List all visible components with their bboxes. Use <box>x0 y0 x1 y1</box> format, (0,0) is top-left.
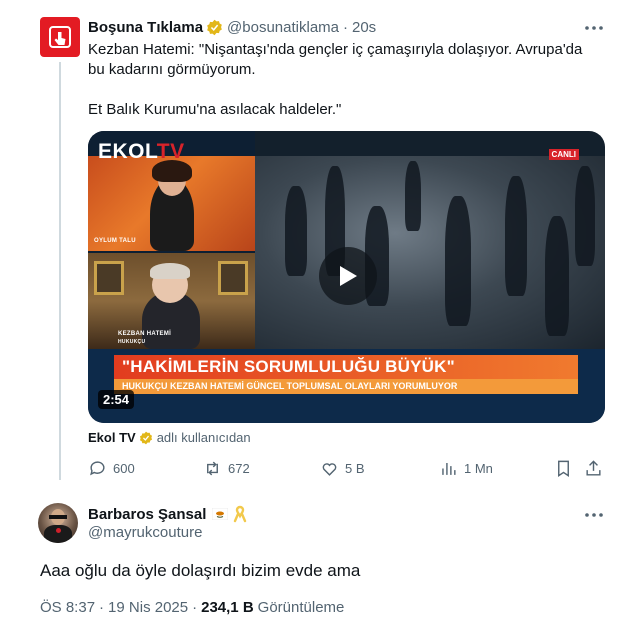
video-attribution: Ekol TV adlı kullanıcıdan <box>88 430 251 445</box>
guest1-frame: OYLUM TALU <box>88 156 255 251</box>
tweet-time[interactable]: 20s <box>352 19 376 36</box>
share-icon <box>586 460 601 476</box>
tweet-body: Kezban Hatemi: "Nişantaşı'nda gençler iç… <box>88 40 608 120</box>
tweet-line: Et Balık Kurumu'na asılacak haldeler." <box>88 101 342 118</box>
guest2-role: HUKUKÇU <box>118 339 146 345</box>
guest2-frame: KEZBAN HATEMİ HUKUKÇU <box>88 253 255 349</box>
analytics-icon <box>442 462 456 475</box>
video-player[interactable]: OYLUM TALU KEZBAN HATEMİ HUKUKÇU EKOLTV … <box>88 131 605 423</box>
attribution-suffix: adlı kullanıcıdan <box>156 430 251 445</box>
repost-button[interactable]: 672 <box>203 459 250 478</box>
views-label: Görüntüleme <box>257 599 345 616</box>
tweet-date[interactable]: 19 Nis 2025 <box>108 599 188 616</box>
subheadline-banner: HUKUKÇU KEZBAN HATEMİ GÜNCEL TOPLUMSAL O… <box>114 379 578 394</box>
ekol-tv-logo: EKOLTV <box>98 140 185 163</box>
verified-badge-icon <box>207 19 222 35</box>
headline-banner: "HAKİMLERİN SORUMLULUĞU BÜYÜK" <box>114 355 578 379</box>
reply-tweet-header: Barbaros Şansal <box>88 504 247 524</box>
tweet-actions: 600 672 5 B 1 Mn <box>88 459 608 481</box>
avatar-bosuna-tiklama[interactable] <box>40 17 80 57</box>
more-options-icon[interactable] <box>584 18 604 38</box>
play-button-icon[interactable] <box>319 247 377 305</box>
verified-badge-icon <box>139 431 152 444</box>
views-button[interactable]: 1 Mn <box>439 459 493 478</box>
yellow-ribbon-icon <box>234 505 247 523</box>
reply-icon <box>90 461 105 476</box>
reply-author-name[interactable]: Barbaros Şansal <box>88 506 206 523</box>
repost-icon <box>207 461 218 476</box>
parent-tweet-header: Boşuna Tıklama @bosunatiklama · 20s <box>88 17 376 37</box>
reply-tweet-text: Aaa oğlu da öyle dolaşırdı bizim evde am… <box>40 561 361 580</box>
tweet-line: Kezban Hatemi: "Nişantaşı'nda gençler iç… <box>88 41 583 58</box>
bookmark-icon <box>558 460 569 477</box>
live-badge: CANLI <box>548 149 579 160</box>
views-count: 1 Mn <box>464 461 493 476</box>
share-button[interactable] <box>584 459 609 478</box>
like-count: 5 B <box>345 461 365 476</box>
author-name[interactable]: Boşuna Tıklama <box>88 19 203 36</box>
tweet-timestamp[interactable]: ÖS 8:37 <box>40 599 95 616</box>
views-count-total: 234,1 B <box>201 599 254 616</box>
repost-count: 672 <box>228 461 250 476</box>
like-button[interactable]: 5 B <box>320 459 365 478</box>
author-handle[interactable]: @bosunatiklama <box>227 19 339 36</box>
guest2-caption: KEZBAN HATEMİ <box>118 331 172 337</box>
reply-count: 600 <box>113 461 135 476</box>
guest1-caption: OYLUM TALU <box>94 238 136 244</box>
more-options-icon[interactable] <box>584 505 604 525</box>
cyprus-flag-icon <box>212 508 229 520</box>
separator-dot: · <box>343 18 348 36</box>
hand-click-icon <box>49 26 71 48</box>
tweet-line: bu kadarını görmüyorum. <box>88 61 256 78</box>
reply-author-handle[interactable]: @mayrukcouture <box>88 524 202 541</box>
thread-connector-line <box>59 62 61 480</box>
attribution-account[interactable]: Ekol TV <box>88 430 136 445</box>
reply-tweet-meta: ÖS 8:37 · 19 Nis 2025 · 234,1 B Görüntül… <box>40 599 345 616</box>
video-duration: 2:54 <box>98 390 135 409</box>
crowd-footage <box>255 156 605 349</box>
heart-icon <box>322 463 337 476</box>
avatar-barbaros-sansal[interactable] <box>38 503 78 543</box>
reply-button[interactable]: 600 <box>88 459 135 478</box>
bookmark-button[interactable] <box>554 459 579 478</box>
